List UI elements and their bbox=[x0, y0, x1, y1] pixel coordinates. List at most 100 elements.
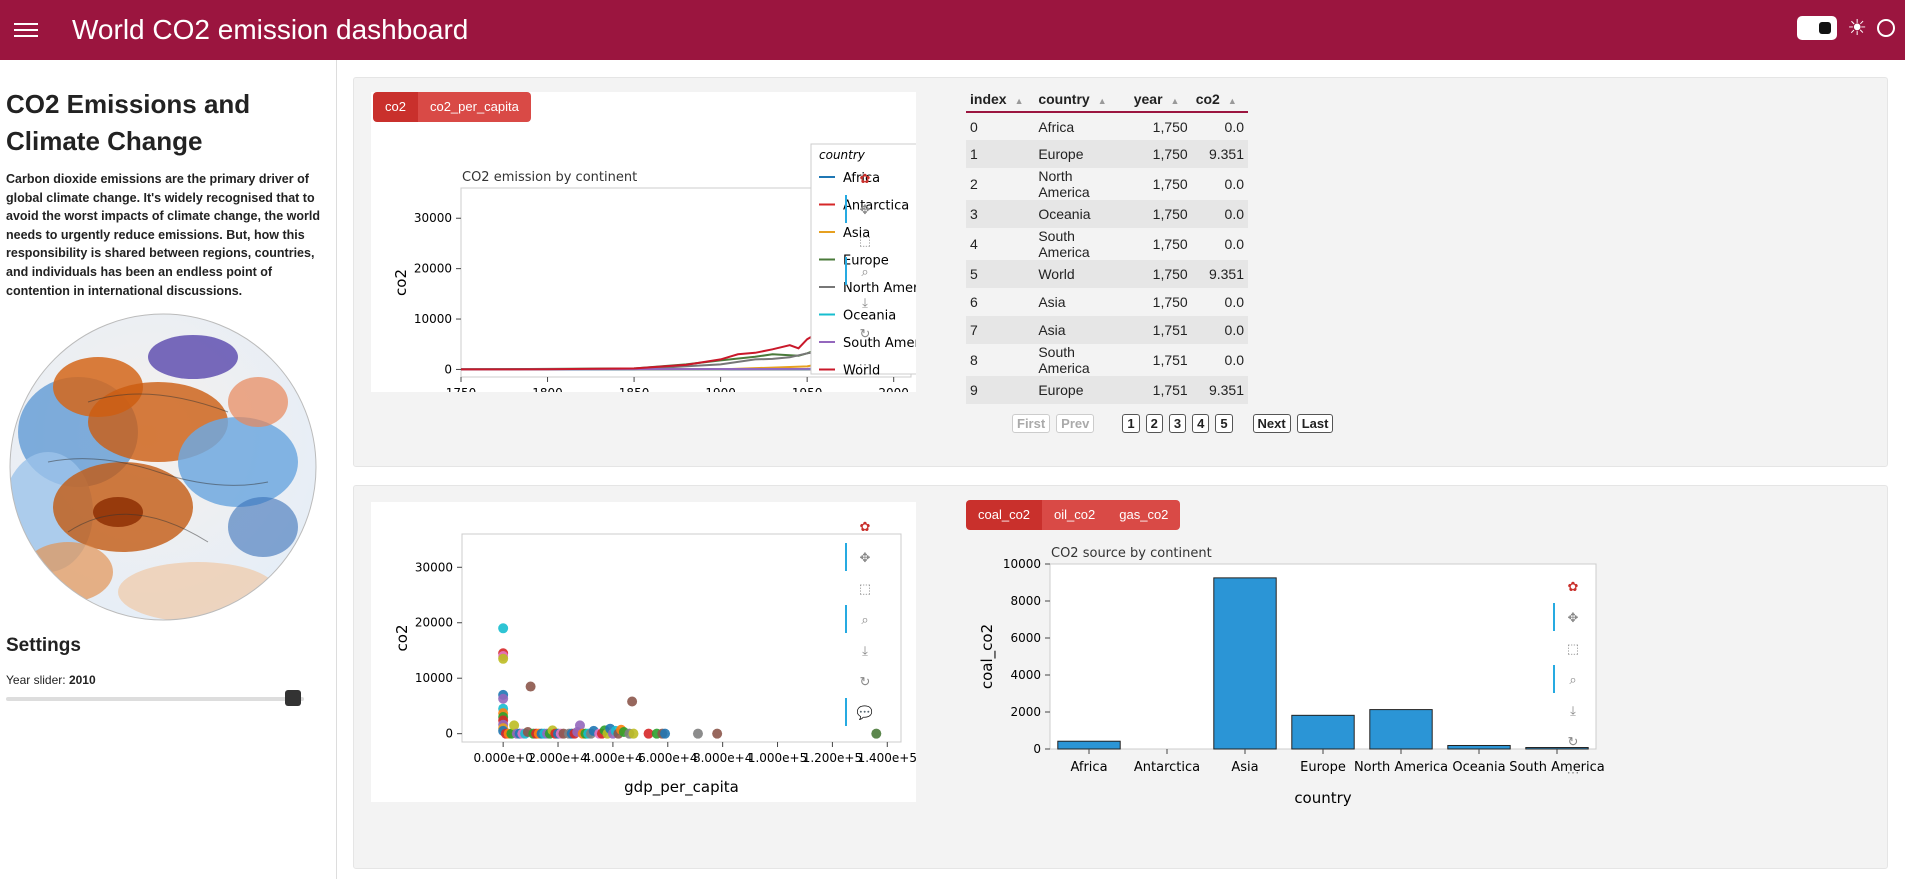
table-cell: 9.351 bbox=[1191, 140, 1248, 168]
pager-page-3[interactable]: 3 bbox=[1168, 414, 1187, 433]
column-header-year[interactable]: year ▲ bbox=[1129, 87, 1192, 113]
sidebar-title: CO2 Emissions and Climate Change bbox=[6, 89, 251, 156]
x-tick-label: 1800 bbox=[532, 386, 563, 392]
x-tick-label: 1750 bbox=[446, 386, 477, 392]
table-row[interactable]: 9 Europe 1,751 9.351 bbox=[966, 376, 1248, 404]
wheel-zoom-icon[interactable]: ⌕ bbox=[1553, 665, 1584, 693]
hover-icon[interactable]: 💬 bbox=[845, 698, 876, 726]
bokeh-logo-icon[interactable]: ✿ bbox=[854, 516, 876, 538]
y-axis-label: co2 bbox=[393, 625, 411, 652]
table-cell: 1,750 bbox=[1152, 118, 1188, 135]
reset-icon[interactable]: ↻ bbox=[1562, 731, 1584, 753]
top-card: co2 co2_per_capita CO2 emission by conti… bbox=[353, 77, 1888, 467]
tab-gas-co2[interactable]: gas_co2 bbox=[1107, 500, 1181, 530]
table-row[interactable]: 5 World 1,750 9.351 bbox=[966, 260, 1248, 288]
column-header-co2[interactable]: co2 ▲ bbox=[1191, 87, 1248, 113]
table-cell: Europe bbox=[1034, 140, 1130, 168]
sun-icon[interactable]: ☀ bbox=[1847, 16, 1867, 40]
x-tick-label: 1.000e+5 bbox=[748, 751, 807, 765]
table-cell: 3 bbox=[966, 200, 1035, 228]
y-tick-label: 4000 bbox=[1010, 668, 1041, 682]
table-cell: 1,750 bbox=[1129, 260, 1192, 288]
table-row[interactable]: 8 South America 1,751 0.0 bbox=[966, 344, 1248, 376]
table-cell: 9.351 bbox=[1191, 376, 1248, 404]
tab-oil-co2[interactable]: oil_co2 bbox=[1042, 500, 1108, 530]
pan-icon[interactable]: ✥ bbox=[845, 543, 876, 571]
table-cell: 0.0 bbox=[1224, 236, 1244, 252]
bokeh-logo-icon[interactable]: ✿ bbox=[1562, 576, 1584, 598]
table-cell: Europe bbox=[1034, 376, 1130, 404]
table-cell: 0.0 bbox=[1224, 176, 1244, 192]
table-cell: 0.0 bbox=[1191, 200, 1248, 228]
bar bbox=[1291, 714, 1355, 750]
table-row[interactable]: 3 Oceania 1,750 0.0 bbox=[966, 200, 1248, 228]
table-cell: Africa bbox=[1038, 118, 1075, 135]
scatter-point bbox=[525, 681, 536, 692]
table-cell: 1,751 bbox=[1129, 376, 1192, 404]
table-row[interactable]: 1 Europe 1,750 9.351 bbox=[966, 140, 1248, 168]
save-icon[interactable]: ⤓ bbox=[854, 292, 876, 314]
pager-page-5[interactable]: 5 bbox=[1215, 414, 1233, 433]
scatter-point bbox=[498, 653, 509, 664]
pager-first-button[interactable]: First bbox=[1012, 414, 1051, 433]
bar bbox=[1213, 577, 1277, 750]
reset-icon[interactable]: ↻ bbox=[854, 671, 876, 693]
scatter-point bbox=[627, 696, 638, 707]
pager-next-button[interactable]: Next bbox=[1252, 414, 1291, 433]
wheel-zoom-icon[interactable]: ⌕ bbox=[845, 605, 876, 633]
year-slider[interactable] bbox=[6, 690, 304, 707]
pager-last-button[interactable]: Last bbox=[1296, 414, 1334, 433]
y-tick-label: 2000 bbox=[1010, 705, 1041, 719]
bokeh-logo-icon[interactable]: ✿ bbox=[854, 168, 876, 190]
column-header-index[interactable]: index ▲ bbox=[966, 87, 1035, 113]
pan-icon[interactable]: ✥ bbox=[845, 195, 876, 223]
pan-icon[interactable]: ✥ bbox=[1553, 603, 1584, 631]
year-slider-handle[interactable] bbox=[285, 690, 301, 707]
table-row[interactable]: 4 South America 1,750 0.0 bbox=[966, 228, 1248, 260]
table-cell: 5 bbox=[966, 260, 1035, 288]
table-cell: 1,750 bbox=[1152, 236, 1188, 252]
y-axis-label: coal_co2 bbox=[978, 624, 997, 689]
box-zoom-icon[interactable]: ⬚ bbox=[854, 230, 876, 252]
table-cell: 1,751 bbox=[1129, 316, 1192, 344]
y-tick-label: 30000 bbox=[415, 560, 453, 574]
pager-page-4[interactable]: 4 bbox=[1192, 414, 1210, 433]
table-cell: World bbox=[1034, 260, 1130, 288]
save-icon[interactable]: ⤓ bbox=[1562, 700, 1584, 722]
table-cell: North America bbox=[1038, 168, 1090, 200]
box-zoom-icon[interactable]: ⬚ bbox=[1562, 638, 1584, 660]
line-chart-panel: co2 co2_per_capita CO2 emission by conti… bbox=[371, 92, 916, 392]
more-icon[interactable]: ⋯ bbox=[1562, 762, 1584, 784]
column-header-country[interactable]: country ▲ bbox=[1034, 87, 1130, 113]
line-chart-toolbar: ✿ ✥ ⬚ ⌕ ⤓ ↻ ⋯ bbox=[845, 168, 876, 376]
save-icon[interactable]: ⤓ bbox=[854, 640, 876, 662]
reset-icon[interactable]: ↻ bbox=[854, 323, 876, 345]
table-cell: 0.0 bbox=[1191, 316, 1248, 344]
table-cell: 9 bbox=[966, 376, 1035, 404]
sidebar-description: Carbon dioxide emissions are the primary… bbox=[6, 172, 320, 298]
table-cell: 0 bbox=[970, 118, 978, 135]
pager-page-1[interactable]: 1 bbox=[1122, 414, 1140, 433]
theme-toggle[interactable] bbox=[1797, 16, 1838, 40]
sidebar: CO2 Emissions and Climate Change Carbon … bbox=[0, 60, 337, 879]
menu-icon[interactable] bbox=[14, 19, 38, 41]
table-cell: 0.0 bbox=[1224, 118, 1244, 135]
wheel-zoom-icon[interactable]: ⌕ bbox=[845, 257, 876, 285]
pager-page-2[interactable]: 2 bbox=[1145, 414, 1163, 433]
box-zoom-icon[interactable]: ⬚ bbox=[854, 578, 876, 600]
table-cell: 2 bbox=[970, 176, 978, 192]
more-icon[interactable]: ⋯ bbox=[854, 354, 876, 376]
table-cell: 1,750 bbox=[1129, 200, 1192, 228]
tab-coal-co2[interactable]: coal_co2 bbox=[966, 500, 1043, 530]
y-tick-label: 10000 bbox=[414, 312, 452, 326]
table-cell: 0.0 bbox=[1224, 294, 1244, 310]
x-tick-label: Asia bbox=[1231, 760, 1258, 775]
table-row[interactable]: 2 North America 1,750 0.0 bbox=[966, 168, 1248, 200]
table-row[interactable]: 0 Africa 1,750 0.0 bbox=[966, 112, 1248, 140]
x-tick-label: Oceania bbox=[1452, 760, 1505, 775]
table-row[interactable]: 7 Asia 1,751 0.0 bbox=[966, 316, 1248, 344]
x-tick-label: Antarctica bbox=[1134, 760, 1200, 775]
table-row[interactable]: 6 Asia 1,750 0.0 bbox=[966, 288, 1248, 316]
table-cell: 1,750 bbox=[1152, 176, 1188, 192]
pager-prev-button[interactable]: Prev bbox=[1056, 414, 1095, 433]
